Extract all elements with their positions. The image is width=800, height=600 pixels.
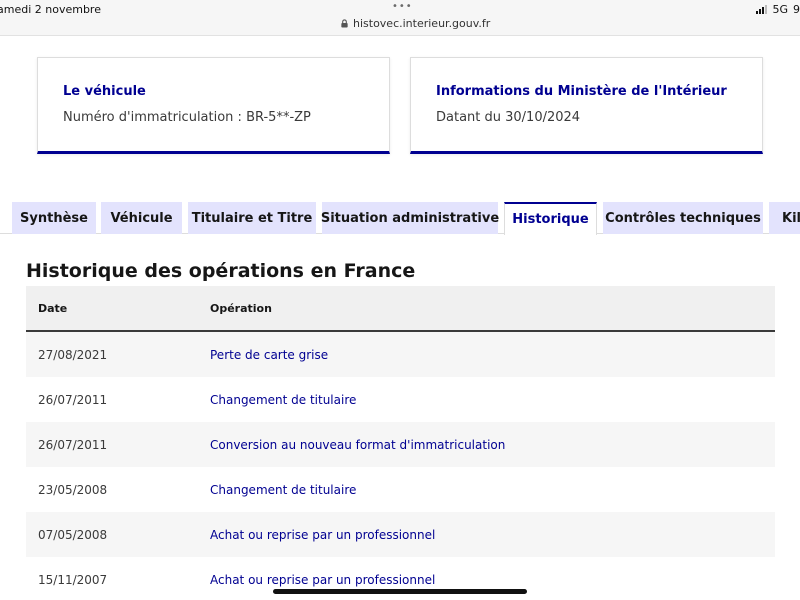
- row-date: 27/08/2021: [38, 348, 108, 362]
- ministry-card-title: Informations du Ministère de l'Intérieur: [436, 84, 727, 99]
- table-row: 23/05/2008 Changement de titulaire: [26, 467, 775, 512]
- column-header-operation: Opération: [210, 302, 272, 315]
- url-text: histovec.interieur.gouv.fr: [353, 17, 491, 30]
- tab-bar: Synthèse Véhicule Titulaire et Titre Sit…: [0, 202, 800, 236]
- tab-titulaire-titre[interactable]: Titulaire et Titre: [188, 202, 316, 234]
- table-row: 07/05/2008 Achat ou reprise par un profe…: [26, 512, 775, 557]
- tab-situation-administrative[interactable]: Situation administrative: [321, 202, 499, 234]
- ministry-card: Informations du Ministère de l'Intérieur…: [410, 57, 763, 154]
- tab-synthese[interactable]: Synthèse: [12, 202, 96, 234]
- table-row: 26/07/2011 Conversion au nouveau format …: [26, 422, 775, 467]
- row-date: 26/07/2011: [38, 393, 108, 407]
- row-operation-link[interactable]: Conversion au nouveau format d'immatricu…: [210, 438, 505, 452]
- row-operation-link[interactable]: Achat ou reprise par un professionnel: [210, 528, 435, 542]
- row-date: 23/05/2008: [38, 483, 108, 497]
- table-row: 27/08/2021 Perte de carte grise: [26, 332, 775, 377]
- tab-controles-techniques[interactable]: Contrôles techniques: [603, 202, 763, 234]
- address-bar[interactable]: histovec.interieur.gouv.fr: [340, 17, 490, 30]
- status-date: amedi 2 novembre: [0, 3, 101, 16]
- vehicle-card-title: Le véhicule: [63, 84, 146, 99]
- table-body: 27/08/2021 Perte de carte grise 26/07/20…: [26, 332, 775, 600]
- operations-table: Date Opération 27/08/2021 Perte de carte…: [26, 286, 775, 600]
- status-indicators: 5G 9: [756, 3, 800, 16]
- tab-historique[interactable]: Historique: [504, 202, 597, 235]
- tab-kilometrage[interactable]: Kil: [769, 202, 800, 234]
- status-bar: amedi 2 novembre ••• histovec.interieur.…: [0, 0, 800, 36]
- column-header-date: Date: [38, 302, 68, 315]
- battery-label: 9: [793, 3, 800, 16]
- row-date: 26/07/2011: [38, 438, 108, 452]
- row-date: 15/11/2007: [38, 573, 108, 587]
- table-header: Date Opération: [26, 286, 775, 332]
- row-operation-link[interactable]: Changement de titulaire: [210, 483, 356, 497]
- report-date: Datant du 30/10/2024: [436, 110, 581, 125]
- row-operation-link[interactable]: Changement de titulaire: [210, 393, 356, 407]
- lock-icon: [341, 19, 348, 28]
- tab-vehicule[interactable]: Véhicule: [101, 202, 182, 234]
- more-dots-icon[interactable]: •••: [392, 1, 413, 12]
- page-title: Historique des opérations en France: [26, 260, 416, 282]
- row-date: 07/05/2008: [38, 528, 108, 542]
- row-operation-link[interactable]: Perte de carte grise: [210, 348, 328, 362]
- network-label: 5G: [772, 3, 788, 16]
- vehicle-card: Le véhicule Numéro d'immatriculation : B…: [37, 57, 390, 154]
- table-row: 26/07/2011 Changement de titulaire: [26, 377, 775, 422]
- home-indicator[interactable]: [273, 589, 527, 594]
- signal-icon: [756, 5, 768, 14]
- row-operation-link[interactable]: Achat ou reprise par un professionnel: [210, 573, 435, 587]
- registration-number: Numéro d'immatriculation : BR-5**-ZP: [63, 110, 311, 125]
